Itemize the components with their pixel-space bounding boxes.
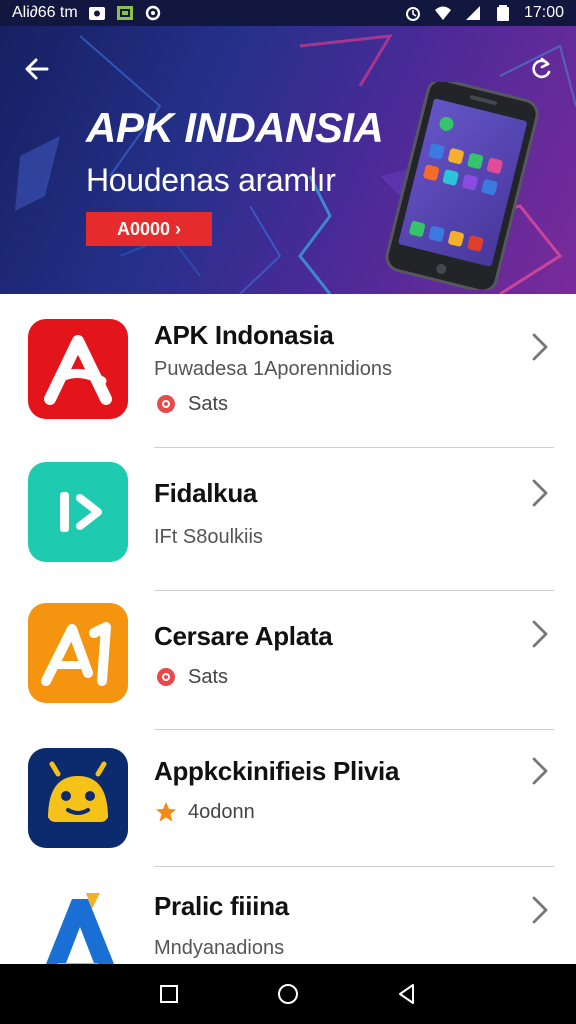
hero-subtitle: Houdenas aramlır <box>86 162 336 198</box>
recents-icon <box>160 985 179 1003</box>
status-bar: Ali∂66 tm 17:00 <box>0 0 576 26</box>
back-button[interactable] <box>393 980 421 1008</box>
app-meta: Sats <box>154 392 228 416</box>
recents-button[interactable] <box>155 980 183 1008</box>
battery-icon <box>494 4 512 22</box>
chevron-right-icon <box>528 619 552 649</box>
app-list: APK Indonasia Puwadesa 1Aporennidions Sa… <box>0 294 576 964</box>
orange-a-app-icon <box>28 603 128 703</box>
app-name: Fidalkua <box>154 478 258 508</box>
hero-banner: APK INDANSIA Houdenas aramlır A0000 › <box>0 26 576 294</box>
app-name: Pralic fiiina <box>154 891 289 921</box>
blue-a-app-icon <box>28 889 128 964</box>
flower-icon <box>154 392 178 416</box>
chevron-right-icon <box>528 478 552 508</box>
signal-icon <box>464 4 482 22</box>
status-time: 17:00 <box>523 4 564 21</box>
wifi-icon <box>434 4 452 22</box>
back-arrow-button[interactable] <box>20 52 54 86</box>
red-a-app-icon <box>28 319 128 419</box>
smartphone-illustration <box>385 82 539 290</box>
app-row-pralic-fiiina[interactable]: Pralic fiiina Mndyanadions <box>0 867 576 964</box>
back-arrow-icon <box>25 58 49 80</box>
star-icon <box>154 800 178 824</box>
app-row-apk-indonasia[interactable]: APK Indonasia Puwadesa 1Aporennidions Sa… <box>0 294 576 448</box>
back-icon <box>398 984 414 1004</box>
app-subtitle: IFt S8oulkiis <box>154 526 263 548</box>
sync-icon <box>144 4 162 22</box>
refresh-icon <box>532 57 551 79</box>
app-name: APK Indonasia <box>154 320 334 350</box>
system-nav-bar <box>0 964 576 1024</box>
app-meta-text: 4odonn <box>188 800 255 823</box>
hero-cta-button[interactable]: A0000 › <box>86 212 212 246</box>
hero-title: APK INDANSIA <box>86 104 384 151</box>
app-meta: 4odonn <box>154 800 255 824</box>
gallery-icon <box>116 4 134 22</box>
teal-play-app-icon <box>28 462 128 562</box>
app-meta: Sats <box>154 665 228 689</box>
refresh-button[interactable] <box>524 52 558 86</box>
app-name: Appkckinifieis Plivia <box>154 756 400 786</box>
app-row-fidalkua[interactable]: Fidalkua IFt S8oulkiis <box>0 448 576 590</box>
flower-icon <box>154 665 178 689</box>
chevron-right-icon <box>528 756 552 786</box>
android-robot-app-icon <box>28 748 128 848</box>
home-icon <box>277 984 298 1004</box>
screenshot-icon <box>88 4 106 22</box>
app-subtitle: Puwadesa 1Aporennidions <box>154 358 392 380</box>
app-meta-text: Sats <box>188 392 229 415</box>
alarm-icon <box>404 4 422 22</box>
chevron-right-icon <box>528 332 552 362</box>
app-row-cersare-aplata[interactable]: Cersare Aplata Sats <box>0 591 576 729</box>
app-subtitle: Mndyanadions <box>154 937 285 959</box>
status-left-text: Ali∂66 tm <box>12 4 78 21</box>
app-name: Cersare Aplata <box>154 621 333 651</box>
home-button[interactable] <box>274 980 302 1008</box>
chevron-right-icon <box>528 895 552 925</box>
app-meta-text: Sats <box>188 665 229 688</box>
app-row-appkckinifieis-plivia[interactable]: Appkckinifieis Plivia 4odonn <box>0 730 576 866</box>
